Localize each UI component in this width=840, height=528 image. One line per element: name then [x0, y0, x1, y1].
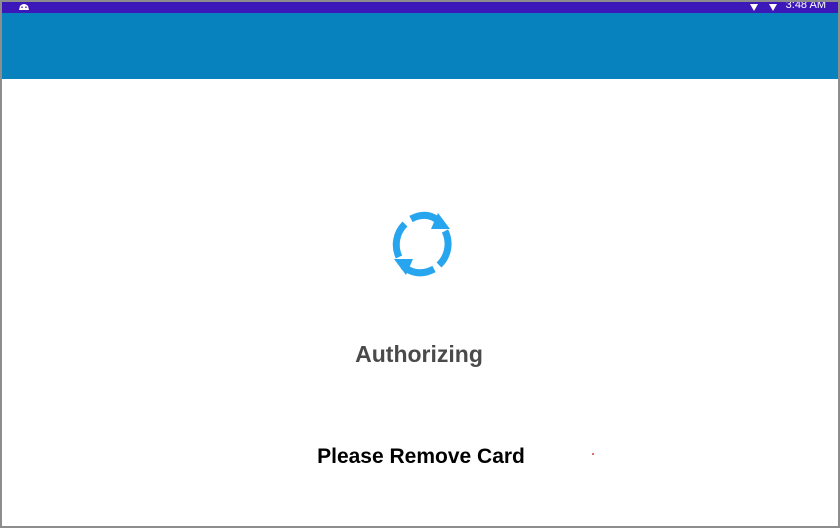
app-header [2, 13, 838, 79]
device-screen: 3:48 AM Authorizing Please Remove Card [0, 0, 840, 528]
authorizing-status: Authorizing [355, 341, 483, 367]
small-red-dot [592, 453, 594, 455]
status-bar: 3:48 AM [2, 2, 838, 13]
refresh-icon [392, 211, 452, 277]
status-time: 3:48 AM [785, 2, 826, 11]
android-notification-icon [16, 3, 32, 11]
status-right-group: 3:48 AM [748, 2, 826, 13]
signal-icon [767, 2, 779, 12]
authorization-content: Authorizing Please Remove Card [2, 79, 838, 526]
wifi-icon [748, 2, 760, 12]
remove-card-instruction: Please Remove Card [317, 445, 525, 468]
